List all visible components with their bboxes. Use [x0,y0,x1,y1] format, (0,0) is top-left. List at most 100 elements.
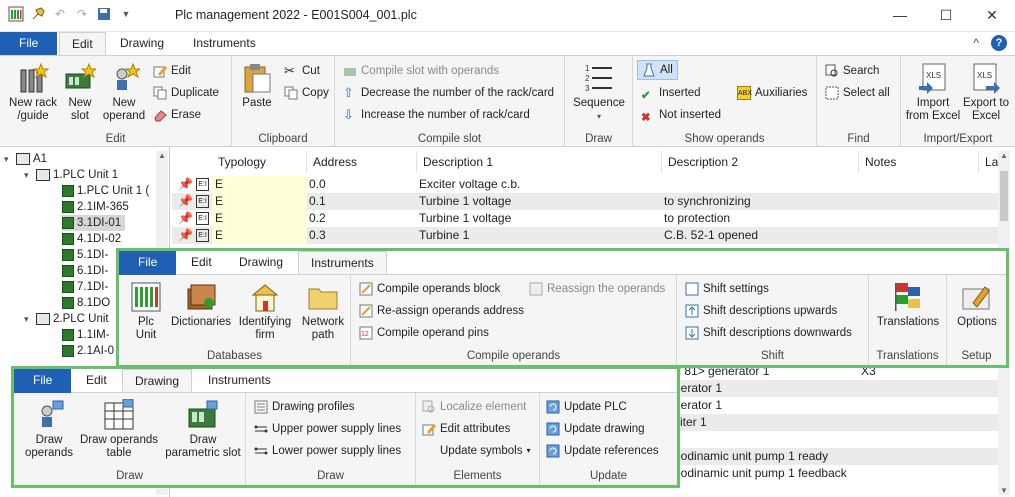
cell-description-1[interactable]: Turbine 1 voltage [419,210,511,227]
draw-operands-table-button[interactable]: Draw operands table [78,398,160,460]
select-all-button[interactable]: Select all [825,83,890,103]
drawing-profiles-button[interactable]: Drawing profiles [254,397,354,417]
tab-instruments[interactable]: Instruments [181,32,268,55]
cell-typology[interactable]: E [212,227,307,244]
col-address[interactable]: Address [307,151,417,173]
cut-button[interactable]: ✂ Cut [284,61,320,81]
translations-button[interactable]: Translations [873,281,943,329]
save-icon[interactable] [96,6,112,22]
scroll-down-icon[interactable]: ▼ [998,486,1010,495]
tree-item[interactable]: 2.1AI-0 [62,343,114,359]
localize-element-button[interactable]: Localize element [422,397,526,417]
tab-file[interactable]: File [0,32,58,55]
search-button[interactable]: Search [825,61,879,81]
show-inserted-button[interactable]: ✔ Inserted [641,83,701,103]
update-references-button[interactable]: Update references [546,441,659,461]
auxiliaries-button[interactable]: ABX Auxiliaries [737,83,807,103]
cell-description-2[interactable]: nerator 1 [674,380,722,397]
table-row[interactable]: 📌 E:I E 0.3 Turbine 1 C.B. 52-1 opened [172,227,998,244]
plc-unit-button[interactable]: Plc Unit [127,281,165,342]
cell-description-2[interactable]: to protection [664,210,730,227]
tab-drawing[interactable]: Drawing [122,369,193,392]
cell-description-1[interactable]: Exciter voltage c.b. [419,176,520,193]
shift-settings-button[interactable]: Shift settings [685,279,769,299]
cell-description-2[interactable]: eodinamic unit pump 1 ready [674,448,828,465]
sequence-button[interactable]: 123 Sequence ▾ [571,62,627,123]
tab-file[interactable]: File [119,251,177,275]
cell-description-2[interactable]: to synchronizing [664,193,751,210]
duplicate-button[interactable]: Duplicate [153,83,219,103]
scroll-up-icon[interactable]: ▲ [156,151,168,160]
update-drawing-button[interactable]: Update drawing [546,419,645,439]
tab-instruments[interactable]: Instruments [196,369,283,392]
update-symbols-dropdown[interactable]: Update symbols ▾ [440,441,530,461]
cell-address[interactable]: 0.0 [309,176,326,193]
new-operand-button[interactable]: New operand [100,62,148,123]
tree-item[interactable]: 7.1DI- [62,279,108,295]
tab-edit[interactable]: Edit [74,369,119,392]
close-button[interactable]: ✕ [969,0,1015,30]
collapse-icon[interactable]: ▾ [24,311,33,327]
collapse-icon[interactable]: ▾ [4,151,13,167]
tab-drawing[interactable]: Drawing [108,32,176,55]
scroll-up-icon[interactable]: ▲ [998,151,1010,160]
tree-item[interactable]: 8.1DO [62,295,110,311]
cell-description-1[interactable]: Turbine 1 voltage [419,193,511,210]
col-la[interactable]: La [979,151,999,173]
upper-power-lines-button[interactable]: Upper power supply lines [254,419,401,439]
export-excel-button[interactable]: XLS Export to Excel [959,62,1013,123]
cell-address[interactable]: 0.2 [309,210,326,227]
tree-item[interactable]: 2.1IM-365 [62,199,129,215]
pin-icon[interactable]: 📌 [178,193,193,210]
identifying-firm-button[interactable]: Identifying firm [235,281,295,342]
pin-icon[interactable]: 📌 [178,176,193,193]
tree-root[interactable]: ▾ A1 [4,151,47,167]
reassign-address-button[interactable]: Re-assign operands address [359,301,524,321]
edit-attributes-button[interactable]: Edit attributes [422,419,510,439]
tree-item[interactable]: 5.1DI- [62,247,108,263]
tab-instruments[interactable]: Instruments [298,251,387,274]
scroll-thumb[interactable] [1000,171,1008,221]
new-slot-button[interactable]: New slot [62,62,98,123]
pin-icon[interactable]: 📌 [178,210,193,227]
pin-icon[interactable] [30,6,46,22]
cell-description-2[interactable]: eodinamic unit pump 1 feedback [674,465,847,482]
collapse-ribbon-icon[interactable]: ^ [973,36,979,50]
compile-pins-button[interactable]: 12 Compile operand pins [359,323,489,343]
lower-power-lines-button[interactable]: Lower power supply lines [254,441,401,461]
cell-description-2[interactable]: nerator 1 [674,397,722,414]
show-all-button[interactable]: All [637,60,678,80]
table-row[interactable]: 📌 E:I E 0.0 Exciter voltage c.b. [172,176,998,193]
copy-button[interactable]: Copy [284,83,329,103]
collapse-icon[interactable]: ▾ [24,167,33,183]
cell-address[interactable]: 0.3 [309,227,326,244]
cell-typology[interactable]: E [212,176,307,193]
shift-upwards-button[interactable]: Shift descriptions upwards [685,301,837,321]
minimize-button[interactable]: — [877,0,923,30]
tree-item[interactable]: 4.1DI-02 [62,231,121,247]
show-not-inserted-button[interactable]: ✖ Not inserted [641,105,721,125]
shift-downwards-button[interactable]: Shift descriptions downwards [685,323,852,343]
redo-icon[interactable]: ↷ [74,6,90,22]
compile-operands-block-button[interactable]: Compile operands block [359,279,500,299]
compile-slot-button[interactable]: Compile slot with operands [343,61,499,81]
new-rack-button[interactable]: New rack /guide [4,62,62,123]
update-plc-button[interactable]: Update PLC [546,397,627,417]
reassign-operands-button[interactable]: Reassign the operands [529,279,665,299]
tree-item[interactable]: 1.1IM- [62,327,110,343]
erase-button[interactable]: Erase [153,105,201,125]
help-icon[interactable]: ? [991,35,1007,51]
tree-item[interactable]: 6.1DI- [62,263,108,279]
paste-button[interactable]: Paste [238,62,276,110]
cell-address[interactable]: 0.1 [309,193,326,210]
import-excel-button[interactable]: XLS Import from Excel [905,62,961,123]
draw-operands-button[interactable]: Draw operands [20,399,78,460]
cell-description-1[interactable]: Turbine 1 [419,227,469,244]
tab-edit[interactable]: Edit [59,32,106,55]
table-row[interactable]: 📌 E:I E 0.2 Turbine 1 voltage to protect… [172,210,998,227]
tab-drawing[interactable]: Drawing [227,251,295,274]
pin-icon[interactable]: 📌 [178,227,193,244]
undo-icon[interactable]: ↶ [52,6,68,22]
increase-number-button[interactable]: ⇩ Increase the number of rack/card [343,105,530,125]
tree-plc-unit-1[interactable]: ▾ 1.PLC Unit 1 [24,167,118,183]
